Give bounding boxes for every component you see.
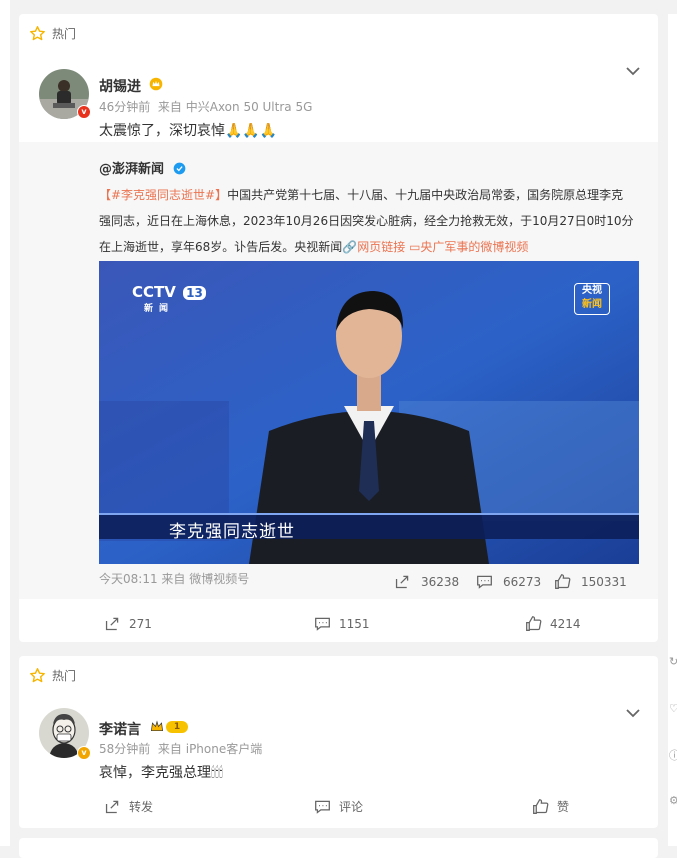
side-like-icon[interactable]: ♡ (669, 702, 677, 715)
comment-button[interactable]: 1151 (314, 615, 370, 632)
comment-icon (477, 575, 492, 589)
video-link[interactable]: ▭央广军事的微博视频 (409, 240, 528, 254)
repost-meta[interactable]: 今天08:11 来自 微博视频号 (99, 570, 249, 587)
username[interactable]: 胡锡进 (99, 76, 141, 96)
post-time[interactable]: 46分钟前 (99, 100, 150, 114)
post-meta: 58分钟前 来自 iPhone客户端 (99, 740, 262, 757)
repost-like-count[interactable]: 150331 (554, 573, 627, 590)
comment-button[interactable]: 评论 (314, 798, 363, 815)
crown-icon (150, 720, 164, 732)
side-info-icon[interactable]: ⓘ (669, 747, 677, 763)
cctv-logo: CCTV 13 新闻 (132, 283, 206, 314)
share-button[interactable]: 转发 (104, 798, 153, 815)
share-icon (395, 575, 409, 589)
repost-block: @澎湃新闻 【#李克强同志逝世#】中国共产党第十七届、十八届、十九届中央政治局常… (19, 142, 658, 599)
hashtag-link[interactable]: 【#李克强同志逝世#】 (99, 188, 227, 202)
chevron-down-icon[interactable] (626, 708, 640, 718)
feed-card: 热门 v 胡锡进 46分钟前 来自 中兴Axon 50 Ultra 5G 太震惊… (19, 14, 658, 642)
left-gutter (0, 0, 10, 846)
like-icon (526, 616, 542, 631)
hot-label: 热门 (52, 668, 77, 683)
star-icon (30, 667, 45, 682)
repost-source-name[interactable]: @澎湃新闻 (99, 158, 186, 177)
post-source: 来自 iPhone客户端 (157, 742, 263, 756)
like-icon (555, 574, 571, 589)
cctv-news-logo: 央视 新闻 (574, 283, 610, 315)
username[interactable]: 李诺言 (99, 719, 141, 739)
repost-text: 【#李克强同志逝世#】中国共产党第十七届、十八届、十九届中央政治局常委，国务院原… (99, 188, 634, 254)
share-icon (105, 800, 119, 814)
chevron-down-icon[interactable] (626, 66, 640, 76)
like-icon (533, 799, 549, 814)
side-refresh-icon[interactable]: ↻ (669, 655, 677, 668)
comment-icon (315, 800, 330, 814)
verified-badge-icon: v (77, 105, 91, 119)
video-player[interactable]: CCTV 13 新闻 央视 新闻 李克强同志逝世 (99, 261, 639, 564)
right-sidebar-strip (668, 14, 677, 846)
like-button[interactable]: 4214 (525, 615, 581, 632)
side-settings-icon[interactable]: ⚙ (669, 794, 677, 807)
feed-card (19, 838, 658, 858)
verified-blue-icon (173, 162, 185, 175)
like-button[interactable]: 赞 (532, 798, 569, 815)
hot-tag: 热门 (29, 24, 76, 42)
post-meta: 46分钟前 来自 中兴Axon 50 Ultra 5G (99, 98, 312, 115)
share-button[interactable]: 271 (104, 615, 152, 632)
star-icon (30, 25, 45, 40)
post-text: 哀悼，李克强总理🕯🕯🕯 (99, 765, 223, 781)
post-time[interactable]: 58分钟前 (99, 742, 150, 756)
hot-tag: 热门 (29, 666, 76, 684)
vip-level-badge[interactable]: 1 (150, 720, 188, 733)
hot-label: 热门 (52, 26, 77, 41)
feed-card: 热门 v 李诺言 1 58分钟前 来自 iPhone客户端 哀悼，李克强总理🕯🕯… (19, 656, 658, 828)
post-source: 来自 中兴Axon 50 Ultra 5G (157, 100, 313, 114)
share-icon (105, 617, 119, 631)
crown-icon (149, 77, 163, 91)
repost-comment-count[interactable]: 66273 (476, 573, 541, 590)
verified-badge-icon: v (77, 746, 91, 760)
repost-share-count[interactable]: 36238 (394, 573, 459, 590)
vip-level: 1 (166, 720, 188, 733)
video-caption: 李克强同志逝世 (169, 522, 295, 542)
web-link[interactable]: 🔗网页链接 (342, 240, 405, 254)
post-text: 太震惊了，深切哀悼🙏🙏🙏 (99, 123, 278, 139)
comment-icon (315, 617, 330, 631)
